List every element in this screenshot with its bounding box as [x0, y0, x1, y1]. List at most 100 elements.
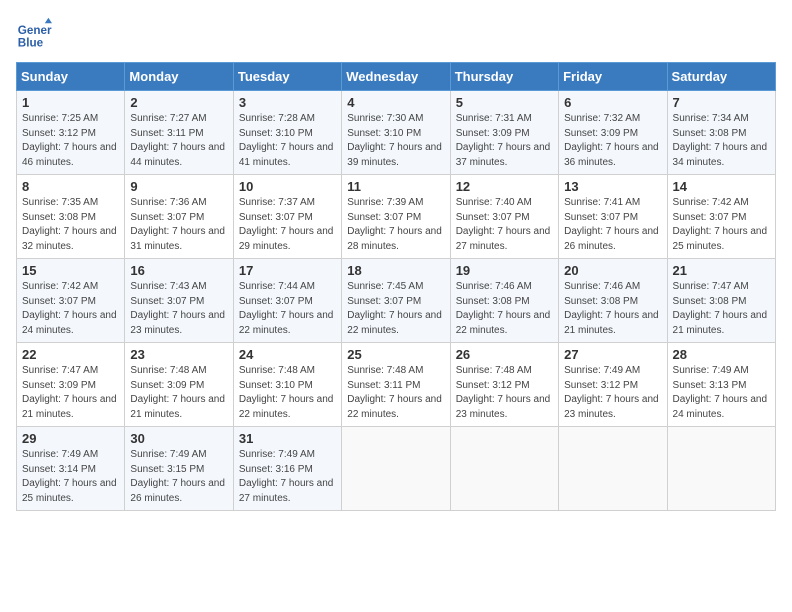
- calendar-cell: [450, 427, 558, 511]
- day-info: Sunrise: 7:49 AMSunset: 3:13 PMDaylight:…: [673, 365, 768, 420]
- calendar-cell: 19 Sunrise: 7:46 AMSunset: 3:08 PMDaylig…: [450, 259, 558, 343]
- calendar-cell: 25 Sunrise: 7:48 AMSunset: 3:11 PMDaylig…: [342, 343, 450, 427]
- calendar-week-row: 1 Sunrise: 7:25 AMSunset: 3:12 PMDayligh…: [17, 91, 776, 175]
- calendar-cell: 20 Sunrise: 7:46 AMSunset: 3:08 PMDaylig…: [559, 259, 667, 343]
- weekday-header: Wednesday: [342, 63, 450, 91]
- calendar-header-row: SundayMondayTuesdayWednesdayThursdayFrid…: [17, 63, 776, 91]
- day-info: Sunrise: 7:48 AMSunset: 3:11 PMDaylight:…: [347, 365, 442, 420]
- calendar-cell: 2 Sunrise: 7:27 AMSunset: 3:11 PMDayligh…: [125, 91, 233, 175]
- day-info: Sunrise: 7:49 AMSunset: 3:12 PMDaylight:…: [564, 365, 659, 420]
- header: General Blue: [16, 16, 776, 52]
- day-number: 26: [456, 347, 553, 362]
- calendar-week-row: 15 Sunrise: 7:42 AMSunset: 3:07 PMDaylig…: [17, 259, 776, 343]
- calendar-cell: 14 Sunrise: 7:42 AMSunset: 3:07 PMDaylig…: [667, 175, 775, 259]
- day-number: 25: [347, 347, 444, 362]
- day-info: Sunrise: 7:46 AMSunset: 3:08 PMDaylight:…: [456, 281, 551, 336]
- day-number: 30: [130, 431, 227, 446]
- day-info: Sunrise: 7:42 AMSunset: 3:07 PMDaylight:…: [22, 281, 117, 336]
- calendar-cell: 9 Sunrise: 7:36 AMSunset: 3:07 PMDayligh…: [125, 175, 233, 259]
- weekday-header: Saturday: [667, 63, 775, 91]
- calendar-cell: 4 Sunrise: 7:30 AMSunset: 3:10 PMDayligh…: [342, 91, 450, 175]
- calendar-cell: 11 Sunrise: 7:39 AMSunset: 3:07 PMDaylig…: [342, 175, 450, 259]
- svg-text:Blue: Blue: [18, 37, 44, 50]
- calendar-cell: 21 Sunrise: 7:47 AMSunset: 3:08 PMDaylig…: [667, 259, 775, 343]
- calendar-cell: 6 Sunrise: 7:32 AMSunset: 3:09 PMDayligh…: [559, 91, 667, 175]
- calendar-cell: 28 Sunrise: 7:49 AMSunset: 3:13 PMDaylig…: [667, 343, 775, 427]
- calendar-cell: [667, 427, 775, 511]
- day-number: 14: [673, 179, 770, 194]
- logo-icon: General Blue: [16, 16, 52, 52]
- day-number: 3: [239, 95, 336, 110]
- day-number: 7: [673, 95, 770, 110]
- day-info: Sunrise: 7:49 AMSunset: 3:14 PMDaylight:…: [22, 449, 117, 504]
- calendar-cell: 15 Sunrise: 7:42 AMSunset: 3:07 PMDaylig…: [17, 259, 125, 343]
- day-info: Sunrise: 7:31 AMSunset: 3:09 PMDaylight:…: [456, 113, 551, 168]
- day-info: Sunrise: 7:49 AMSunset: 3:15 PMDaylight:…: [130, 449, 225, 504]
- day-info: Sunrise: 7:30 AMSunset: 3:10 PMDaylight:…: [347, 113, 442, 168]
- day-number: 5: [456, 95, 553, 110]
- weekday-header: Thursday: [450, 63, 558, 91]
- day-info: Sunrise: 7:39 AMSunset: 3:07 PMDaylight:…: [347, 197, 442, 252]
- weekday-header: Tuesday: [233, 63, 341, 91]
- day-info: Sunrise: 7:25 AMSunset: 3:12 PMDaylight:…: [22, 113, 117, 168]
- calendar-cell: 5 Sunrise: 7:31 AMSunset: 3:09 PMDayligh…: [450, 91, 558, 175]
- day-number: 22: [22, 347, 119, 362]
- day-number: 17: [239, 263, 336, 278]
- day-number: 9: [130, 179, 227, 194]
- calendar-week-row: 8 Sunrise: 7:35 AMSunset: 3:08 PMDayligh…: [17, 175, 776, 259]
- day-number: 16: [130, 263, 227, 278]
- day-number: 31: [239, 431, 336, 446]
- calendar-cell: 16 Sunrise: 7:43 AMSunset: 3:07 PMDaylig…: [125, 259, 233, 343]
- day-info: Sunrise: 7:32 AMSunset: 3:09 PMDaylight:…: [564, 113, 659, 168]
- day-info: Sunrise: 7:36 AMSunset: 3:07 PMDaylight:…: [130, 197, 225, 252]
- day-info: Sunrise: 7:44 AMSunset: 3:07 PMDaylight:…: [239, 281, 334, 336]
- day-info: Sunrise: 7:42 AMSunset: 3:07 PMDaylight:…: [673, 197, 768, 252]
- calendar-cell: 29 Sunrise: 7:49 AMSunset: 3:14 PMDaylig…: [17, 427, 125, 511]
- weekday-header: Sunday: [17, 63, 125, 91]
- calendar-body: 1 Sunrise: 7:25 AMSunset: 3:12 PMDayligh…: [17, 91, 776, 511]
- calendar-cell: [559, 427, 667, 511]
- calendar-cell: 13 Sunrise: 7:41 AMSunset: 3:07 PMDaylig…: [559, 175, 667, 259]
- day-number: 2: [130, 95, 227, 110]
- day-info: Sunrise: 7:27 AMSunset: 3:11 PMDaylight:…: [130, 113, 225, 168]
- calendar-cell: 12 Sunrise: 7:40 AMSunset: 3:07 PMDaylig…: [450, 175, 558, 259]
- calendar-week-row: 22 Sunrise: 7:47 AMSunset: 3:09 PMDaylig…: [17, 343, 776, 427]
- svg-text:General: General: [18, 24, 52, 37]
- day-info: Sunrise: 7:47 AMSunset: 3:09 PMDaylight:…: [22, 365, 117, 420]
- day-number: 29: [22, 431, 119, 446]
- logo: General Blue: [16, 16, 56, 52]
- day-info: Sunrise: 7:49 AMSunset: 3:16 PMDaylight:…: [239, 449, 334, 504]
- calendar-cell: 1 Sunrise: 7:25 AMSunset: 3:12 PMDayligh…: [17, 91, 125, 175]
- day-info: Sunrise: 7:40 AMSunset: 3:07 PMDaylight:…: [456, 197, 551, 252]
- day-number: 11: [347, 179, 444, 194]
- day-info: Sunrise: 7:48 AMSunset: 3:10 PMDaylight:…: [239, 365, 334, 420]
- day-number: 13: [564, 179, 661, 194]
- calendar-cell: 30 Sunrise: 7:49 AMSunset: 3:15 PMDaylig…: [125, 427, 233, 511]
- day-number: 4: [347, 95, 444, 110]
- day-number: 19: [456, 263, 553, 278]
- weekday-header: Friday: [559, 63, 667, 91]
- calendar-cell: 31 Sunrise: 7:49 AMSunset: 3:16 PMDaylig…: [233, 427, 341, 511]
- calendar-week-row: 29 Sunrise: 7:49 AMSunset: 3:14 PMDaylig…: [17, 427, 776, 511]
- calendar-cell: 22 Sunrise: 7:47 AMSunset: 3:09 PMDaylig…: [17, 343, 125, 427]
- day-info: Sunrise: 7:35 AMSunset: 3:08 PMDaylight:…: [22, 197, 117, 252]
- day-info: Sunrise: 7:46 AMSunset: 3:08 PMDaylight:…: [564, 281, 659, 336]
- day-info: Sunrise: 7:45 AMSunset: 3:07 PMDaylight:…: [347, 281, 442, 336]
- calendar-cell: 7 Sunrise: 7:34 AMSunset: 3:08 PMDayligh…: [667, 91, 775, 175]
- calendar-cell: 27 Sunrise: 7:49 AMSunset: 3:12 PMDaylig…: [559, 343, 667, 427]
- calendar-cell: 8 Sunrise: 7:35 AMSunset: 3:08 PMDayligh…: [17, 175, 125, 259]
- day-number: 1: [22, 95, 119, 110]
- calendar-cell: 17 Sunrise: 7:44 AMSunset: 3:07 PMDaylig…: [233, 259, 341, 343]
- weekday-header: Monday: [125, 63, 233, 91]
- day-info: Sunrise: 7:43 AMSunset: 3:07 PMDaylight:…: [130, 281, 225, 336]
- day-number: 18: [347, 263, 444, 278]
- day-info: Sunrise: 7:34 AMSunset: 3:08 PMDaylight:…: [673, 113, 768, 168]
- day-number: 20: [564, 263, 661, 278]
- day-number: 6: [564, 95, 661, 110]
- day-number: 21: [673, 263, 770, 278]
- calendar-cell: 24 Sunrise: 7:48 AMSunset: 3:10 PMDaylig…: [233, 343, 341, 427]
- day-number: 24: [239, 347, 336, 362]
- calendar-cell: 26 Sunrise: 7:48 AMSunset: 3:12 PMDaylig…: [450, 343, 558, 427]
- calendar-cell: 23 Sunrise: 7:48 AMSunset: 3:09 PMDaylig…: [125, 343, 233, 427]
- day-number: 27: [564, 347, 661, 362]
